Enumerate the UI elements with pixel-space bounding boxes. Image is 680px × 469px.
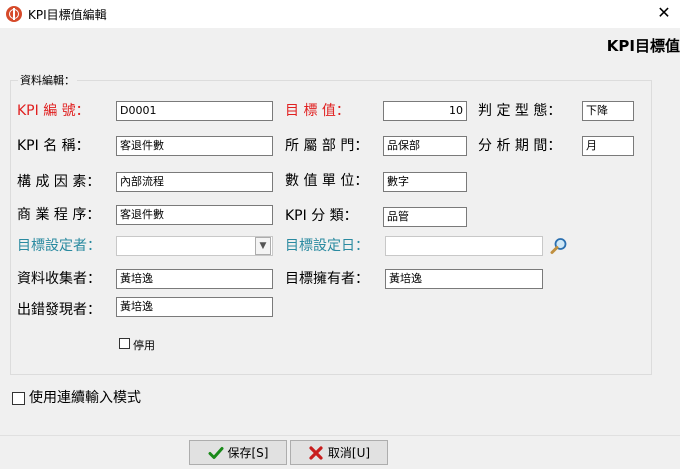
data-collector-field[interactable]: 黃培逸 bbox=[116, 269, 273, 289]
cancel-button-label: 取消[U] bbox=[327, 446, 371, 460]
target-owner-field[interactable]: 黃培逸 bbox=[385, 269, 543, 289]
save-button-label: 保存[S] bbox=[227, 446, 269, 460]
data-collector-label: 資料收集者： bbox=[17, 271, 101, 287]
target-value-label: 目 標 值： bbox=[285, 103, 350, 119]
page-title: KPI目標值 bbox=[606, 37, 680, 55]
factor-field[interactable]: 內部流程 bbox=[116, 172, 273, 192]
close-button[interactable]: ✕ bbox=[650, 2, 678, 24]
department-field[interactable]: 品保部 bbox=[383, 136, 467, 156]
kpi-name-field[interactable]: 客退件數 bbox=[116, 136, 273, 156]
save-button[interactable]: 保存[S] bbox=[189, 440, 287, 465]
judge-type-label: 判 定 型 態： bbox=[478, 103, 562, 119]
unit-label: 數 值 單 位： bbox=[285, 173, 369, 189]
kpi-category-label: KPI 分 類： bbox=[285, 208, 358, 224]
target-value-field[interactable]: 10 bbox=[383, 101, 467, 121]
target-setter-label: 目標設定者： bbox=[17, 238, 101, 254]
target-setter-combo[interactable] bbox=[116, 236, 273, 256]
target-date-field[interactable] bbox=[385, 236, 543, 256]
header-band bbox=[0, 28, 680, 61]
kpi-category-field[interactable]: 品管 bbox=[383, 207, 467, 227]
department-label: 所 屬 部 門： bbox=[285, 138, 369, 154]
kpi-code-label: KPI 編 號： bbox=[17, 103, 90, 119]
business-process-field[interactable]: 客退件數 bbox=[116, 205, 273, 225]
factor-label: 構 成 因 素： bbox=[17, 174, 101, 190]
kpi-name-label: KPI 名 稱： bbox=[17, 138, 90, 154]
magnifier-icon[interactable] bbox=[550, 237, 568, 255]
cancel-button[interactable]: 取消[U] bbox=[290, 440, 388, 465]
error-finder-label: 出錯發現者： bbox=[17, 302, 101, 318]
window-title: KPI目標值編輯 bbox=[28, 8, 107, 22]
business-process-label: 商 業 程 序： bbox=[17, 207, 101, 223]
judge-type-field[interactable]: 下降 bbox=[582, 101, 634, 121]
edit-groupbox bbox=[10, 80, 652, 375]
app-globe-icon bbox=[6, 6, 22, 22]
checkmark-icon bbox=[208, 446, 223, 459]
analysis-period-field[interactable]: 月 bbox=[582, 136, 634, 156]
target-date-label: 目標設定日： bbox=[285, 238, 369, 254]
disabled-checkbox[interactable] bbox=[119, 338, 130, 349]
target-owner-label: 目標擁有者： bbox=[285, 271, 369, 287]
continuous-mode-label: 使用連續輸入模式 bbox=[29, 390, 141, 406]
chevron-down-icon[interactable]: ▼ bbox=[255, 237, 271, 255]
x-icon bbox=[309, 445, 323, 460]
analysis-period-label: 分 析 期 間： bbox=[478, 138, 562, 154]
kpi-code-field[interactable]: D0001 bbox=[116, 101, 273, 121]
error-finder-field[interactable]: 黃培逸 bbox=[116, 297, 273, 317]
unit-field[interactable]: 數字 bbox=[383, 172, 467, 192]
group-title: 資料編輯： bbox=[18, 72, 77, 88]
disabled-checkbox-label: 停用 bbox=[133, 339, 155, 352]
continuous-mode-checkbox[interactable] bbox=[12, 392, 25, 405]
